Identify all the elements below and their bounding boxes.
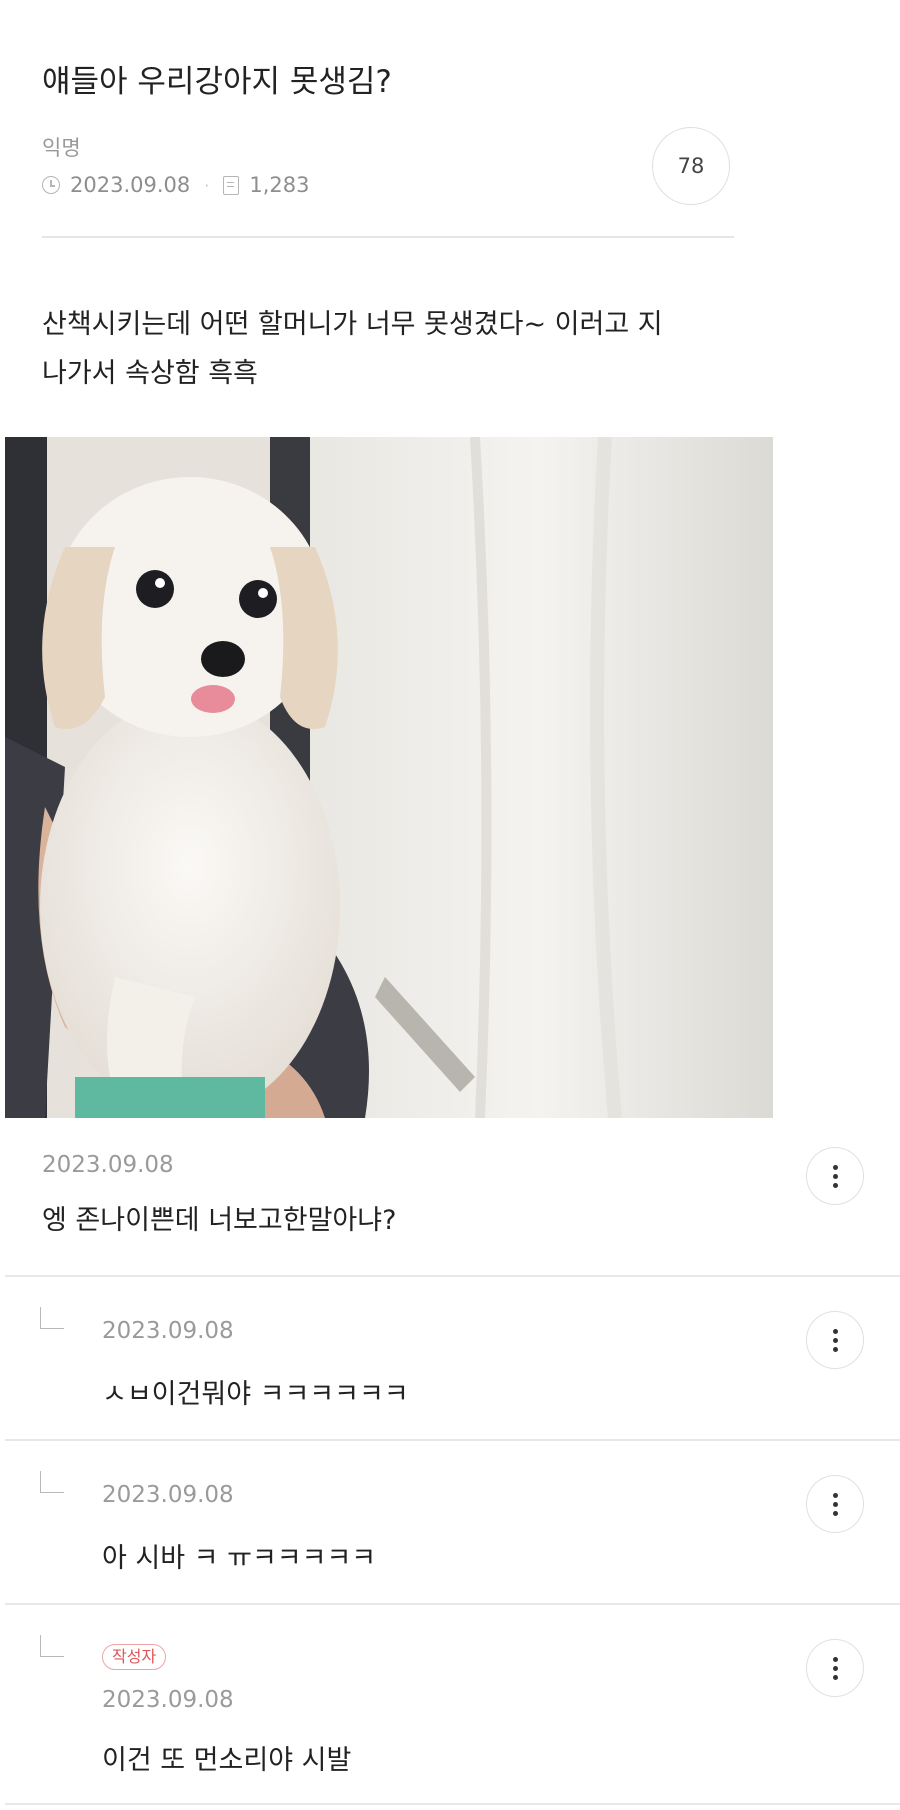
dog-photo-illustration — [5, 437, 773, 1118]
reply-item: 2023.09.08 아 시바 ㅋ ㅠㅋㅋㅋㅋㅋ — [0, 1441, 900, 1605]
comment-count-badge[interactable]: 78 — [652, 127, 730, 205]
post-meta: 2023.09.08 · 1,283 — [42, 170, 309, 200]
more-options-button[interactable] — [806, 1147, 864, 1205]
comment-text: 엥 존나이쁜데 너보고한말아냐? — [42, 1205, 397, 1236]
comment-text: ㅅㅂ이건뭐야 ㅋㅋㅋㅋㅋㅋ — [102, 1379, 409, 1410]
document-icon — [223, 175, 240, 195]
view-count: 1,283 — [249, 173, 310, 197]
post-date: 2023.09.08 — [70, 173, 191, 197]
comment-item: 2023.09.08 엥 존나이쁜데 너보고한말아냐? — [0, 1125, 900, 1277]
comment-date: 2023.09.08 — [102, 1482, 234, 1508]
meta-separator: · — [204, 175, 210, 195]
clock-icon — [42, 176, 60, 194]
comment-date: 2023.09.08 — [102, 1318, 234, 1344]
post-author: 익명 — [42, 136, 81, 160]
comment-divider — [5, 1803, 900, 1805]
comment-date: 2023.09.08 — [42, 1152, 174, 1178]
reply-arrow-icon — [40, 1471, 64, 1493]
post-title: 얘들아 우리강아지 못생김? — [42, 64, 392, 100]
more-options-button[interactable] — [806, 1475, 864, 1533]
post-header: 얘들아 우리강아지 못생김? 익명 2023.09.08 · 1,283 78 — [42, 0, 734, 240]
reply-item: 작성자 2023.09.08 이건 또 먼소리야 시발 — [0, 1605, 900, 1810]
dog-photo[interactable] — [5, 437, 773, 1118]
more-options-button[interactable] — [806, 1311, 864, 1369]
more-options-button[interactable] — [806, 1639, 864, 1697]
reply-arrow-icon — [40, 1635, 64, 1657]
post-body: 산책시키는데 어떤 할머니가 너무 못생겼다~ 이러고 지 나가서 속상함 흑흑 — [42, 309, 663, 389]
comment-text: 아 시바 ㅋ ㅠㅋㅋㅋㅋㅋ — [102, 1543, 377, 1574]
author-badge: 작성자 — [102, 1644, 167, 1670]
comment-text: 이건 또 먼소리야 시발 — [102, 1745, 352, 1776]
reply-item: 2023.09.08 ㅅㅂ이건뭐야 ㅋㅋㅋㅋㅋㅋ — [0, 1277, 900, 1441]
header-divider — [42, 236, 734, 238]
comment-date: 2023.09.08 — [102, 1687, 234, 1713]
reply-arrow-icon — [40, 1307, 64, 1329]
